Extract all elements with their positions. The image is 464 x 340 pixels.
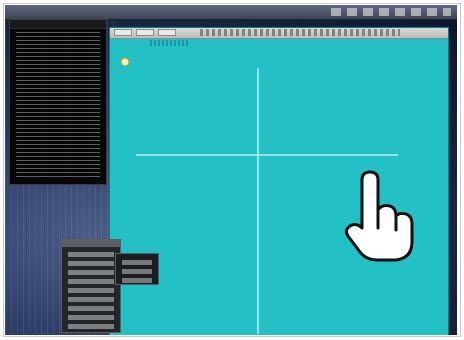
submenu-item[interactable] [122, 278, 152, 283]
main-window-titlebar[interactable] [110, 28, 448, 39]
window-button-2[interactable] [136, 29, 154, 36]
small-icon[interactable] [120, 52, 130, 67]
popup-menu-item[interactable] [68, 306, 114, 311]
crosshair-horizontal [136, 154, 398, 156]
desktop [5, 5, 457, 335]
main-window[interactable] [109, 27, 449, 335]
popup-menu-title [62, 240, 120, 247]
popup-submenu[interactable] [115, 253, 159, 285]
popup-menu-item[interactable] [68, 252, 114, 257]
top-panel [5, 5, 457, 20]
window-button-3[interactable] [158, 29, 176, 36]
window-title [200, 29, 400, 36]
crosshair-vertical [257, 68, 259, 334]
terminal-text [16, 32, 100, 180]
popup-menu-item[interactable] [68, 270, 114, 275]
submenu-item[interactable] [122, 260, 152, 265]
faint-label [150, 40, 190, 46]
popup-menu-item[interactable] [68, 288, 114, 293]
popup-menu-item[interactable] [68, 315, 114, 320]
popup-menu-item[interactable] [68, 324, 114, 329]
terminal-titlebar[interactable] [10, 20, 106, 29]
window-button-1[interactable] [114, 29, 132, 36]
hand-pointer-icon [338, 170, 418, 262]
submenu-item[interactable] [122, 269, 152, 274]
terminal-window[interactable] [9, 19, 107, 185]
system-tray [331, 8, 451, 16]
popup-menu-item[interactable] [68, 279, 114, 284]
popup-menu-item[interactable] [68, 297, 114, 302]
popup-menu-item[interactable] [68, 261, 114, 266]
popup-menu[interactable] [61, 239, 121, 333]
